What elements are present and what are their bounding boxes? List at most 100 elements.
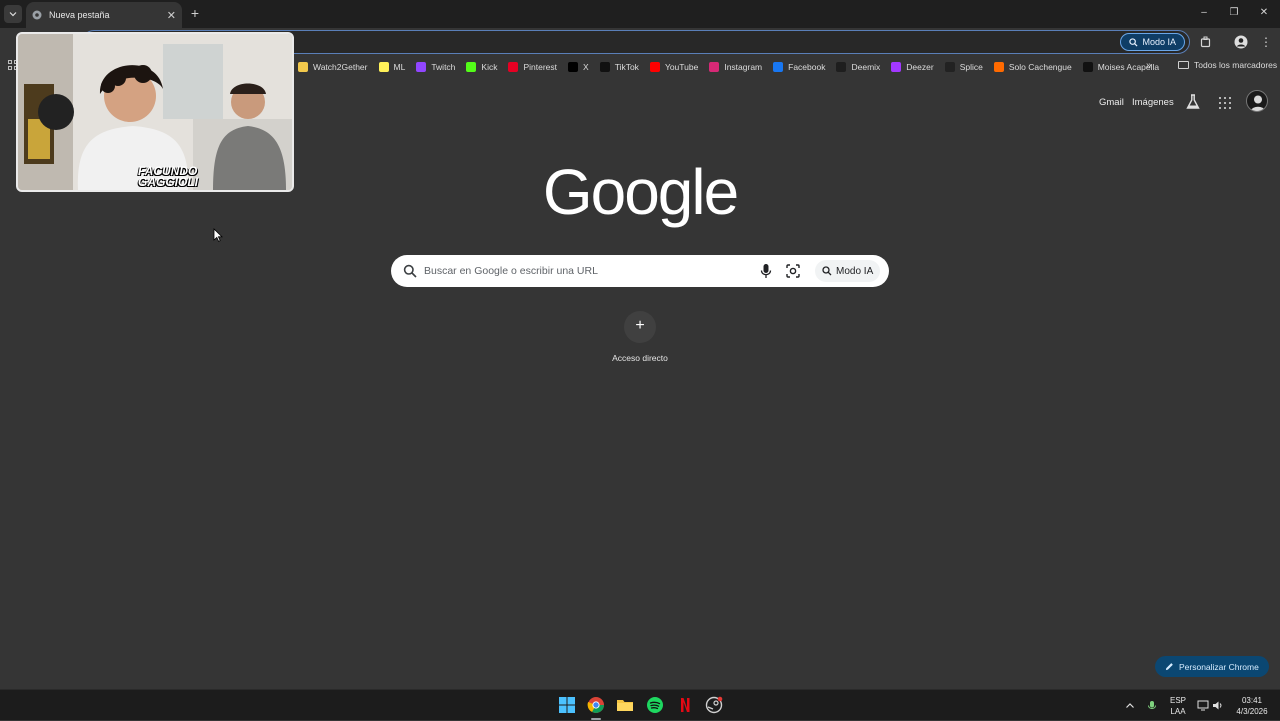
microphone-tray-icon[interactable] bbox=[1147, 690, 1157, 721]
omnibox-ai-mode-label: Modo IA bbox=[1142, 37, 1176, 47]
facebook-icon bbox=[773, 61, 784, 72]
bookmark-item[interactable]: Splice bbox=[944, 61, 983, 72]
minimize-icon[interactable]: – bbox=[1196, 6, 1212, 20]
ai-mode-label: Modo IA bbox=[836, 265, 874, 277]
clock-date: 4/3/2026 bbox=[1236, 707, 1268, 716]
folder-icon bbox=[1178, 61, 1189, 69]
chevron-down-icon bbox=[9, 12, 17, 17]
close-tab-icon[interactable]: ✕ bbox=[167, 9, 176, 22]
search-input[interactable] bbox=[424, 255, 744, 287]
bookmark-label: YouTube bbox=[664, 61, 699, 72]
bookmark-item[interactable]: Solo Cachengue bbox=[993, 61, 1072, 72]
bookmark-item[interactable]: X bbox=[568, 61, 589, 72]
profile-avatar-icon[interactable] bbox=[1233, 34, 1249, 50]
watch2gether-icon bbox=[298, 61, 308, 72]
add-shortcut-button[interactable]: + bbox=[624, 311, 656, 343]
webcam-watermark: FACUNDO GAGGIOLI bbox=[138, 165, 198, 189]
taskbar-clock[interactable]: 03:41 4/3/2026 bbox=[1232, 695, 1272, 717]
microphone-icon[interactable] bbox=[759, 263, 773, 279]
bookmark-label: Kick bbox=[481, 61, 498, 72]
bookmark-item[interactable]: Deemix bbox=[836, 61, 881, 72]
bookmark-label: Watch2Gether bbox=[313, 61, 368, 72]
x-icon bbox=[568, 61, 579, 72]
moises-icon bbox=[1082, 61, 1093, 72]
pencil-icon bbox=[1165, 663, 1173, 671]
pinterest-icon bbox=[508, 61, 519, 72]
mouse-cursor-icon bbox=[213, 228, 223, 242]
lang-line2: LAA bbox=[1170, 707, 1186, 716]
images-link[interactable]: Imágenes bbox=[1132, 97, 1174, 108]
bookmark-item[interactable]: ML bbox=[378, 61, 405, 72]
bookmark-item[interactable]: Pinterest bbox=[508, 61, 558, 72]
ai-mode-button[interactable]: Modo IA bbox=[815, 260, 881, 282]
tray-overflow-icon[interactable] bbox=[1125, 690, 1135, 721]
flame-icon bbox=[993, 61, 1004, 72]
labs-flask-icon[interactable] bbox=[1186, 94, 1200, 110]
bookmark-label: Deemix bbox=[851, 61, 881, 72]
bookmark-item[interactable]: Deezer bbox=[891, 61, 934, 72]
google-apps-icon[interactable] bbox=[1219, 97, 1231, 109]
search-icon bbox=[403, 264, 417, 278]
bookmark-item[interactable]: Facebook bbox=[773, 61, 826, 72]
bookmark-item[interactable]: Instagram bbox=[709, 61, 763, 72]
bookmark-item[interactable]: TikTok bbox=[599, 61, 639, 72]
search-box[interactable]: Modo IA bbox=[391, 255, 889, 287]
close-window-icon[interactable]: ✕ bbox=[1256, 6, 1272, 20]
bookmark-label: X bbox=[583, 61, 589, 72]
extensions-icon[interactable] bbox=[1198, 34, 1214, 50]
google-account-avatar[interactable] bbox=[1246, 90, 1268, 112]
webcam-watermark-line2: GAGGIOLI bbox=[138, 175, 198, 189]
bookmark-item[interactable]: Twitch bbox=[416, 61, 456, 72]
restore-icon[interactable]: ❐ bbox=[1226, 6, 1242, 20]
mercadolibre-icon bbox=[378, 61, 389, 72]
bookmark-label: Facebook bbox=[788, 61, 826, 72]
tab-search-button[interactable] bbox=[4, 5, 22, 23]
google-lens-icon[interactable] bbox=[785, 263, 801, 279]
deemix-icon bbox=[836, 61, 847, 72]
bookmark-item[interactable]: YouTube bbox=[649, 61, 699, 72]
bookmark-item[interactable]: Kick bbox=[466, 61, 498, 72]
tab-title: Nueva pestaña bbox=[49, 10, 110, 20]
new-tab-button[interactable]: + bbox=[188, 5, 202, 21]
bookmark-list: Watch2Gether ML Twitch Kick Pinterest X TikTok… bbox=[298, 56, 1159, 77]
windows-start-icon[interactable] bbox=[558, 696, 576, 714]
omnibox-ai-mode-button[interactable]: Modo IA bbox=[1120, 33, 1185, 51]
add-shortcut-label: Acceso directo bbox=[612, 353, 668, 363]
bookmark-label: Pinterest bbox=[523, 61, 558, 72]
tiktok-icon bbox=[599, 61, 610, 72]
chrome-taskbar-icon[interactable] bbox=[587, 696, 605, 714]
bookmark-label: Deezer bbox=[906, 61, 934, 72]
all-bookmarks-button[interactable]: Todos los marcadores bbox=[1178, 60, 1277, 70]
bookmark-label: Instagram bbox=[724, 61, 763, 72]
bookmark-label: Solo Cachengue bbox=[1008, 61, 1072, 72]
gmail-link[interactable]: Gmail bbox=[1099, 97, 1124, 108]
file-explorer-icon[interactable] bbox=[616, 696, 634, 714]
tab-new-tab[interactable]: Nueva pestaña ✕ bbox=[26, 2, 182, 28]
bookmark-label: Twitch bbox=[431, 61, 456, 72]
bookmarks-overflow-icon[interactable]: » bbox=[1146, 60, 1152, 71]
chrome-icon bbox=[32, 10, 42, 20]
bookmark-item[interactable]: Watch2Gether bbox=[298, 61, 368, 72]
netflix-icon[interactable] bbox=[676, 696, 694, 714]
youtube-icon bbox=[649, 61, 660, 72]
steam-icon[interactable] bbox=[705, 696, 723, 714]
spotify-icon[interactable] bbox=[646, 696, 664, 714]
instagram-icon bbox=[709, 61, 720, 72]
ai-search-icon bbox=[1129, 37, 1138, 47]
volume-icon[interactable] bbox=[1212, 690, 1224, 721]
windows-taskbar: ESP LAA 03:41 4/3/2026 bbox=[0, 689, 1280, 720]
all-bookmarks-label: Todos los marcadores bbox=[1194, 60, 1278, 70]
title-bar: Nueva pestaña ✕ + – ❐ ✕ bbox=[0, 0, 1280, 28]
bookmark-label: Splice bbox=[959, 61, 983, 72]
ai-search-icon bbox=[822, 266, 832, 276]
customize-chrome-button[interactable]: Personalizar Chrome bbox=[1155, 656, 1269, 677]
bookmark-label: TikTok bbox=[614, 61, 639, 72]
more-menu-icon[interactable]: ⋮ bbox=[1258, 34, 1274, 50]
clock-time: 03:41 bbox=[1241, 696, 1263, 705]
input-language-indicator[interactable]: ESP LAA bbox=[1168, 695, 1188, 717]
splice-icon bbox=[944, 61, 955, 72]
kick-icon bbox=[466, 61, 477, 72]
twitch-icon bbox=[416, 61, 427, 72]
lang-line1: ESP bbox=[1169, 696, 1186, 705]
network-icon[interactable] bbox=[1197, 690, 1209, 721]
